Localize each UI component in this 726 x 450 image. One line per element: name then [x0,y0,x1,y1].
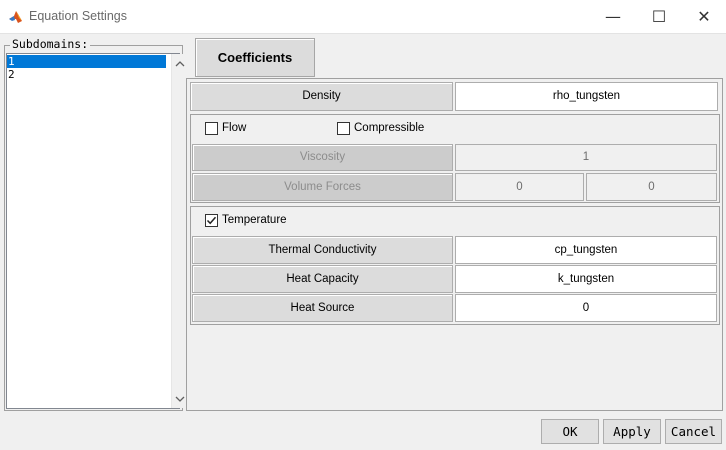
density-field[interactable]: rho_tungsten [455,82,718,111]
cancel-button[interactable]: Cancel [665,419,722,444]
list-scrollbar[interactable] [171,54,187,408]
apply-button[interactable]: Apply [603,419,661,444]
matlab-logo-icon [9,10,23,24]
thermal-conductivity-label: Thermal Conductivity [192,236,453,264]
scroll-down-icon[interactable] [175,394,185,404]
checkmark-icon [206,216,217,225]
thermal-conductivity-field[interactable]: cp_tungsten [455,236,717,264]
window-title: Equation Settings [29,9,127,23]
ok-button[interactable]: OK [541,419,599,444]
subdomain-list[interactable]: 1 2 [6,53,187,409]
heat-source-field[interactable]: 0 [455,294,717,322]
heat-capacity-field[interactable]: k_tungsten [455,265,717,293]
volume-forces-x-field: 0 [455,173,584,201]
volume-forces-label: Volume Forces [192,173,453,201]
flow-label: Flow [222,122,247,134]
temperature-label: Temperature [222,214,287,226]
viscosity-label: Viscosity [192,144,453,171]
scroll-up-icon[interactable] [175,59,185,69]
minimize-button[interactable]: — [590,0,636,34]
volume-forces-y-field: 0 [586,173,717,201]
subdomains-label: Subdomains: [10,37,91,51]
tab-coefficients[interactable]: Coefficients [195,38,315,77]
compressible-label: Compressible [354,122,425,134]
heat-source-label: Heat Source [192,294,453,322]
heat-capacity-label: Heat Capacity [192,265,453,293]
subdomain-item-1[interactable]: 1 [7,55,166,68]
maximize-button[interactable]: ☐ [636,0,682,34]
density-label: Density [190,82,453,111]
temperature-checkbox[interactable] [205,214,218,227]
viscosity-field: 1 [455,144,717,171]
compressible-checkbox[interactable] [337,122,350,135]
flow-checkbox[interactable] [205,122,218,135]
subdomain-item-2[interactable]: 2 [7,68,166,81]
close-button[interactable]: ✕ [681,0,726,34]
